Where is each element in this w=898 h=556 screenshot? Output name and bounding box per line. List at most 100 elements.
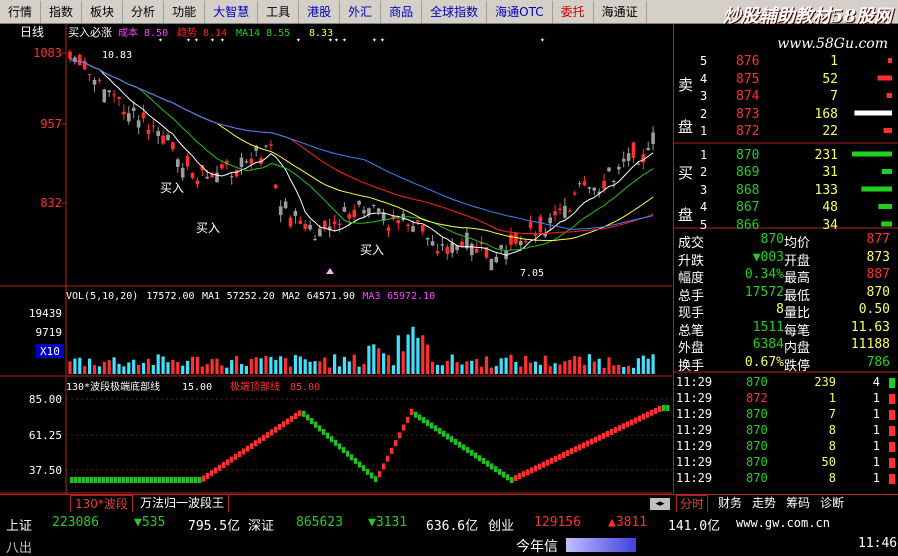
osc-block bbox=[266, 432, 270, 439]
osc-block bbox=[498, 468, 502, 475]
menu-item-1[interactable]: 指数 bbox=[41, 0, 83, 23]
volume-bar bbox=[249, 359, 253, 374]
tab-chouma[interactable]: 筹码 bbox=[786, 495, 810, 512]
candle-body bbox=[131, 107, 136, 111]
tab-caiwu[interactable]: 财务 bbox=[718, 495, 742, 512]
osc-block bbox=[270, 429, 274, 436]
candle-body bbox=[68, 51, 72, 59]
osc-block bbox=[354, 457, 358, 464]
volume-bar bbox=[421, 335, 425, 374]
sh-amount: 795.5亿 bbox=[188, 519, 241, 534]
vol-legend-1: 17572.00 bbox=[146, 291, 194, 302]
osc-block bbox=[662, 405, 666, 411]
osc-block bbox=[582, 442, 586, 449]
menu-item-11[interactable]: 海通OTC bbox=[487, 0, 553, 23]
volume-bar bbox=[450, 354, 454, 374]
menu-item-9[interactable]: 商品 bbox=[381, 0, 423, 23]
volume-bar bbox=[225, 367, 229, 374]
candle-body bbox=[577, 183, 582, 185]
stat-row-4: 现手 8 量比 0.50 bbox=[678, 302, 890, 321]
osc-block bbox=[350, 454, 354, 461]
menu-item-8[interactable]: 外汇 bbox=[340, 0, 382, 23]
osc-block bbox=[514, 475, 518, 482]
osc-block bbox=[94, 477, 98, 483]
candle-body bbox=[362, 210, 366, 214]
candle-body bbox=[357, 200, 361, 205]
current-marker-icon bbox=[326, 268, 334, 274]
osc-block bbox=[390, 447, 394, 454]
osc-block bbox=[230, 456, 234, 463]
menu-item-6[interactable]: 工具 bbox=[258, 0, 300, 23]
candle-body bbox=[318, 228, 322, 237]
signal-marker-6: ✦ bbox=[328, 35, 333, 44]
candle-body bbox=[156, 130, 160, 136]
candle-body bbox=[386, 227, 391, 231]
volume-bar bbox=[181, 365, 185, 374]
scroll-arrows-icon[interactable]: ◂▸ bbox=[650, 498, 670, 510]
menu-item-13[interactable]: 海通证 bbox=[594, 0, 647, 23]
ask-row-3: 3 874 7 bbox=[700, 89, 838, 104]
osc-block bbox=[510, 477, 514, 483]
menu-item-2[interactable]: 板块 bbox=[82, 0, 124, 23]
osc-block bbox=[362, 465, 366, 472]
candle-body bbox=[136, 120, 141, 128]
volume-bar bbox=[391, 365, 395, 374]
chart-area[interactable]: 日线 买入必涨 成本 8.50 趋势 8.14 MA14 8.55 8.33 1083 957… bbox=[0, 24, 672, 494]
osc-block bbox=[206, 472, 210, 479]
volume-bar bbox=[171, 359, 175, 374]
osc-block bbox=[630, 419, 634, 426]
menu-item-12[interactable]: 委托 bbox=[553, 0, 594, 23]
menu-item-7[interactable]: 港股 bbox=[299, 0, 341, 23]
volume-bar bbox=[538, 364, 542, 374]
candle-body bbox=[553, 211, 557, 216]
osc-block bbox=[298, 410, 302, 417]
volume-bar bbox=[514, 361, 518, 374]
tab-zoushi[interactable]: 走势 bbox=[752, 495, 776, 512]
volume-bar bbox=[509, 354, 513, 374]
osc-block bbox=[530, 467, 534, 474]
candle-body bbox=[102, 89, 107, 103]
volume-bar bbox=[73, 358, 77, 374]
osc-value-1: 15.00 bbox=[182, 382, 212, 393]
menu-item-5[interactable]: 大智慧 bbox=[205, 0, 259, 23]
osc-block bbox=[558, 453, 562, 460]
volume-bar bbox=[195, 356, 199, 374]
buy-label-0: 买入 bbox=[160, 181, 184, 195]
osc-tick-2: 37.50 bbox=[29, 464, 62, 477]
osc-block bbox=[666, 405, 670, 411]
volume-bar bbox=[416, 337, 420, 374]
osc-block bbox=[506, 474, 510, 481]
signal-marker-3: ✦ bbox=[210, 35, 215, 44]
menu-item-3[interactable]: 分析 bbox=[123, 0, 165, 23]
footer-news[interactable]: 今年信 bbox=[516, 536, 558, 556]
osc-block bbox=[370, 472, 374, 479]
osc-block bbox=[274, 426, 278, 433]
osc-block bbox=[566, 450, 570, 457]
vol-legend-6: MA3 bbox=[362, 291, 380, 302]
menu-item-0[interactable]: 行情 bbox=[0, 0, 42, 23]
candle-body bbox=[450, 242, 454, 253]
volume-bar bbox=[592, 361, 596, 374]
kline-chart[interactable]: 日线 买入必涨 成本 8.50 趋势 8.14 MA14 8.55 8.331083957… bbox=[0, 24, 672, 494]
tab-indicator-wanfa[interactable]: 万法归一波段王 bbox=[136, 495, 230, 512]
volume-bars bbox=[68, 326, 655, 374]
osc-block bbox=[106, 477, 110, 483]
vol-legend-5: 64571.90 bbox=[307, 291, 355, 302]
osc-block bbox=[186, 477, 190, 483]
osc-block bbox=[562, 452, 566, 459]
menu-item-10[interactable]: 全球指数 bbox=[422, 0, 488, 23]
volume-bar bbox=[151, 364, 155, 374]
osc-block bbox=[222, 462, 226, 469]
osc-block bbox=[198, 477, 202, 483]
candle-body bbox=[205, 176, 209, 179]
tab-zhenduan[interactable]: 诊断 bbox=[820, 495, 844, 512]
candle-body bbox=[161, 135, 165, 144]
volume-bar bbox=[146, 358, 150, 374]
candle-body bbox=[607, 167, 611, 172]
site-url[interactable]: www.gw.com.cn bbox=[736, 516, 830, 530]
osc-block bbox=[182, 477, 186, 483]
menu-item-4[interactable]: 功能 bbox=[164, 0, 206, 23]
osc-block bbox=[242, 448, 246, 455]
stat-row-1: 升跌 ▼003 开盘 873 bbox=[678, 249, 890, 269]
volume-bar bbox=[602, 367, 606, 374]
